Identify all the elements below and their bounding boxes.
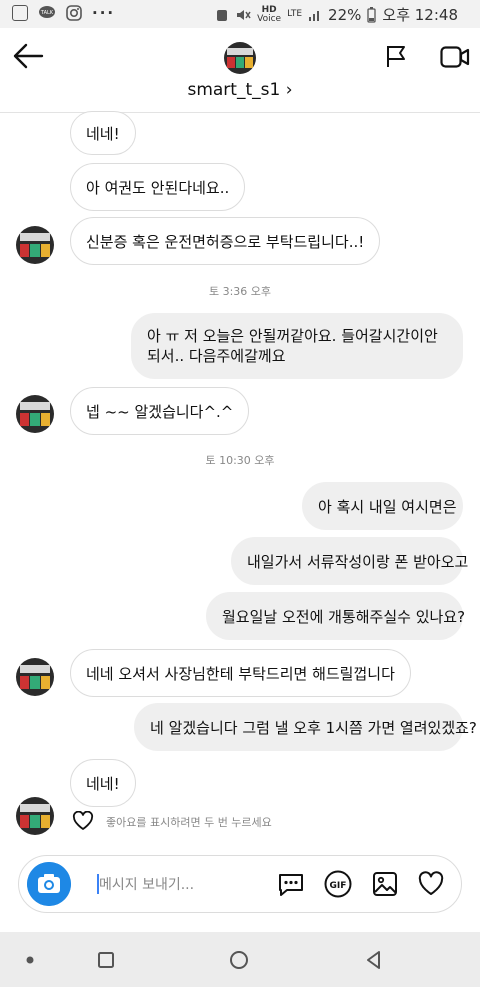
more-notifications-icon: ···	[92, 4, 116, 22]
kakaotalk-icon: TALK	[39, 6, 55, 18]
hd-voice-indicator: HD Voice	[257, 4, 282, 24]
message-bubble[interactable]: 넵 ~~ 알겠습니다^.^	[70, 387, 250, 435]
alarm-icon	[217, 9, 228, 21]
flag-icon[interactable]	[384, 44, 408, 68]
chat-header: smart_t_s1 ›	[0, 28, 480, 113]
timestamp: 토 3:36 오후	[208, 285, 272, 298]
message-input[interactable]: 메시지 보내기...	[99, 874, 194, 894]
battery-icon	[367, 6, 377, 23]
heart-outline-icon[interactable]	[72, 811, 94, 831]
username-text: smart_t_s1	[187, 80, 281, 100]
message-bubble[interactable]: 아 여권도 안된다네요..	[70, 163, 246, 211]
signal-icon	[309, 10, 320, 21]
header-avatar[interactable]	[224, 42, 256, 74]
double-tap-like-hint: 좋아요를 표시하려면 두 번 누르세요	[106, 816, 272, 829]
message-bubble[interactable]: 신분증 혹은 운전면허증으로 부탁드립니다..!	[70, 217, 381, 265]
voicemail-icon	[12, 5, 28, 21]
gif-label: GIF	[330, 881, 347, 891]
message-thread: 네네! 아 여권도 안된다네요.. 신분증 혹은 운전면허증으로 부탁드립니다.…	[0, 111, 480, 850]
lte-indicator: LTE	[287, 9, 303, 19]
system-navigation-bar	[0, 932, 480, 987]
heart-icon[interactable]	[417, 870, 445, 898]
sender-avatar[interactable]	[16, 226, 54, 264]
message-bubble[interactable]: 네 알겠습니다 그럼 낼 오후 1시쯤 가면 열려있겠죠?	[134, 703, 477, 751]
sender-avatar[interactable]	[16, 658, 54, 696]
video-call-icon[interactable]	[440, 46, 470, 68]
svg-text:TALK: TALK	[40, 10, 54, 16]
message-bubble[interactable]: 내일가서 서류작성이랑 폰 받아오고	[231, 537, 468, 585]
battery-percent: 22%	[328, 5, 362, 24]
message-bubble[interactable]: 아 ㅠ 저 오늘은 안될꺼같아요. 들어갈시간이안되서.. 다음주에갈께요	[131, 313, 463, 379]
back-arrow-icon[interactable]	[12, 42, 44, 70]
message-composer: 메시지 보내기... GIF	[18, 855, 462, 913]
sender-avatar[interactable]	[16, 395, 54, 433]
gallery-icon[interactable]	[371, 870, 399, 898]
mute-icon	[237, 9, 251, 20]
timestamp: 토 10:30 오후	[205, 454, 275, 467]
gif-button[interactable]: GIF	[324, 870, 352, 898]
chat-sticker-icon[interactable]	[277, 870, 305, 898]
camera-button[interactable]	[27, 862, 71, 906]
sender-avatar[interactable]	[16, 797, 54, 835]
status-bar: TALK ··· HD Voice LTE 22% 오후 12:48	[0, 0, 480, 28]
message-bubble[interactable]: 네네 오셔서 사장님한테 부탁드리면 해드릴껍니다	[70, 649, 411, 697]
chat-username[interactable]: smart_t_s1 ›	[0, 80, 480, 100]
back-nav-icon[interactable]	[362, 948, 386, 972]
recent-apps-icon[interactable]	[94, 948, 118, 972]
clock: 오후 12:48	[382, 6, 458, 24]
chevron-right-icon: ›	[285, 80, 293, 100]
message-bubble[interactable]: 네네!	[70, 111, 136, 155]
message-bubble[interactable]: 월요일날 오전에 개통해주실수 있나요?	[206, 592, 465, 640]
instagram-icon	[66, 5, 82, 21]
message-bubble[interactable]: 네네!	[70, 759, 136, 807]
home-icon[interactable]	[227, 948, 251, 972]
nav-dot-icon[interactable]	[18, 948, 42, 972]
message-bubble[interactable]: 아 혹시 내일 여시면은	[302, 482, 463, 530]
